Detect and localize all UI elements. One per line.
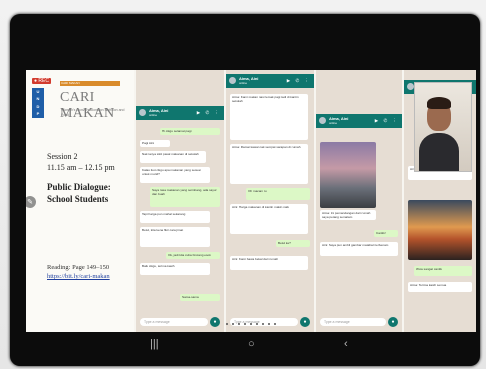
sunset-photo[interactable] <box>320 142 376 208</box>
logo-letter: U <box>36 88 40 94</box>
navigation-bar: ||| ○ ‹ <box>26 334 476 356</box>
pen-icon[interactable]: ✎ <box>26 196 36 208</box>
participant-hair <box>427 97 451 109</box>
message-bubble: Saya rasa makanan yang seimbang, ada say… <box>150 187 220 207</box>
chat-status: online <box>329 121 338 125</box>
avatar[interactable] <box>319 117 326 124</box>
mic-icon[interactable]: ● <box>388 317 398 327</box>
session-label: Session 2 <box>47 152 78 161</box>
header-actions-icon[interactable]: ▶ ✆ ⋮ <box>375 118 399 124</box>
logo-letter: P <box>36 111 40 117</box>
screen: ● REC U N D P CARI MAKAN CARI MAKAN Wome… <box>26 70 476 332</box>
message-bubble: Wow sangat cantik <box>414 266 472 276</box>
message-bubble: Cantik! <box>374 230 398 237</box>
chat-header: Aima, Aini online ▶ ✆ ⋮ <box>226 74 314 88</box>
chat-header: Aima, Aini online ▶ ✆ ⋮ <box>316 114 402 128</box>
message-bubble: Betul, kita kena fikir cara jimat <box>140 227 210 247</box>
chat-panel-1: Aima, Aini online ▶ ✆ ⋮ Hi cikgu selamat… <box>136 70 224 332</box>
chat-header: Aima, Aini online ▶ ✆ ⋮ <box>136 106 224 120</box>
avatar[interactable] <box>139 109 146 116</box>
message-input[interactable]: Type a message <box>320 318 386 326</box>
message-bubble: Sama-sama <box>180 294 220 301</box>
brand-subtitle: Women's Conversations on Nutrition and F… <box>61 108 125 117</box>
message-input[interactable]: Type a message <box>140 318 208 326</box>
message-bubble: Aima: Terima kasih semua <box>408 282 472 292</box>
avatar[interactable] <box>229 77 236 84</box>
message-bubble: Oh macam tu <box>246 188 310 200</box>
message-bubble: Ok, jadi kita cuba bincang esok <box>166 252 220 259</box>
mic-icon[interactable]: ● <box>210 317 220 327</box>
chat-panel-2: Aima, Aini online ▶ ✆ ⋮ Aima: Kami makan… <box>226 70 314 332</box>
message-bubble: Aini: Harga makanan di kantin makin naik <box>230 204 308 234</box>
header-actions-icon[interactable]: ▶ ✆ ⋮ <box>197 110 221 116</box>
message-bubble: Aini: Kami bawa bekal dari rumah <box>230 256 308 270</box>
presentation-slide: ● REC U N D P CARI MAKAN CARI MAKAN Wome… <box>26 70 134 332</box>
chat-panel-3: Aima, Aini online ▶ ✆ ⋮ Aima: Ini pemand… <box>316 70 402 332</box>
sunset-photo[interactable] <box>408 200 472 260</box>
message-bubble: Nak tanya sikit pasal makanan di sekolah <box>140 151 206 163</box>
dialogue-title-line1: Public Dialogue: <box>47 182 111 192</box>
message-bubble: Kalau ikut cikgu apa makanan yang sesuai… <box>140 167 210 183</box>
message-bubble: Aini: Saya pun ambil gambar matahari ter… <box>320 242 398 256</box>
message-bubble: Aima: Kami makan nasi lemak pagi tadi di… <box>230 94 308 140</box>
message-bubble: Hi cikgu selamat pagi <box>160 128 220 135</box>
video-call-window[interactable] <box>414 82 472 172</box>
participant-body <box>419 133 459 171</box>
top-banner-text: CARI MAKAN <box>61 81 80 85</box>
header-actions-icon[interactable]: ▶ ✆ ⋮ <box>287 78 311 84</box>
logo-letter: D <box>36 103 40 109</box>
message-bubble: Baik cikgu, terima kasih <box>140 263 210 275</box>
session-time: 11.15 am – 12.15 pm <box>47 163 115 172</box>
back-icon[interactable]: ‹ <box>344 338 348 350</box>
undp-logo: U N D P <box>32 88 44 118</box>
message-bubble: Pagi Aini <box>140 140 170 147</box>
message-bubble: Aima: Ini pemandangan dari rumah saya pe… <box>320 210 376 220</box>
avatar[interactable] <box>407 83 414 90</box>
chat-status: online <box>149 113 158 117</box>
recent-apps-icon[interactable]: ||| <box>150 338 159 350</box>
page-indicator <box>226 323 276 325</box>
dialogue-title-line2: School Students <box>47 194 109 204</box>
reading-link[interactable]: https://bit.ly/cari-makan <box>47 273 110 280</box>
mic-icon[interactable]: ● <box>300 317 310 327</box>
message-bubble: Aima: Ramai kawan tak sempat sarapan di … <box>230 144 308 184</box>
recording-badge: ● REC <box>32 78 51 84</box>
home-icon[interactable]: ○ <box>248 338 255 350</box>
logo-letter: N <box>36 96 40 102</box>
message-bubble: Tapi harga pun mahal sekarang <box>140 211 210 223</box>
reading-reference: Reading: Page 149–150 <box>47 264 110 271</box>
chat-status: online <box>239 81 248 85</box>
message-bubble: Betul ke? <box>276 240 310 247</box>
